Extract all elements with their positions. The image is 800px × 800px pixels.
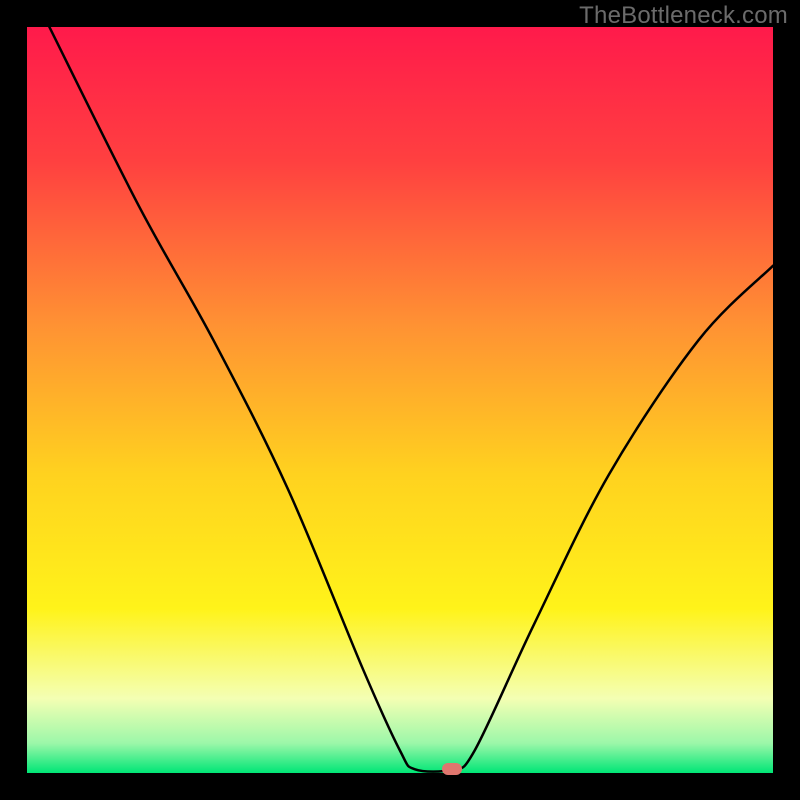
gradient-background (27, 27, 773, 773)
watermark-text: TheBottleneck.com (579, 2, 788, 30)
plot-area (27, 27, 773, 773)
optimal-marker (442, 763, 462, 775)
chart-container: TheBottleneck.com (0, 0, 800, 800)
plot-frame (27, 27, 773, 773)
plot-svg (27, 27, 773, 773)
